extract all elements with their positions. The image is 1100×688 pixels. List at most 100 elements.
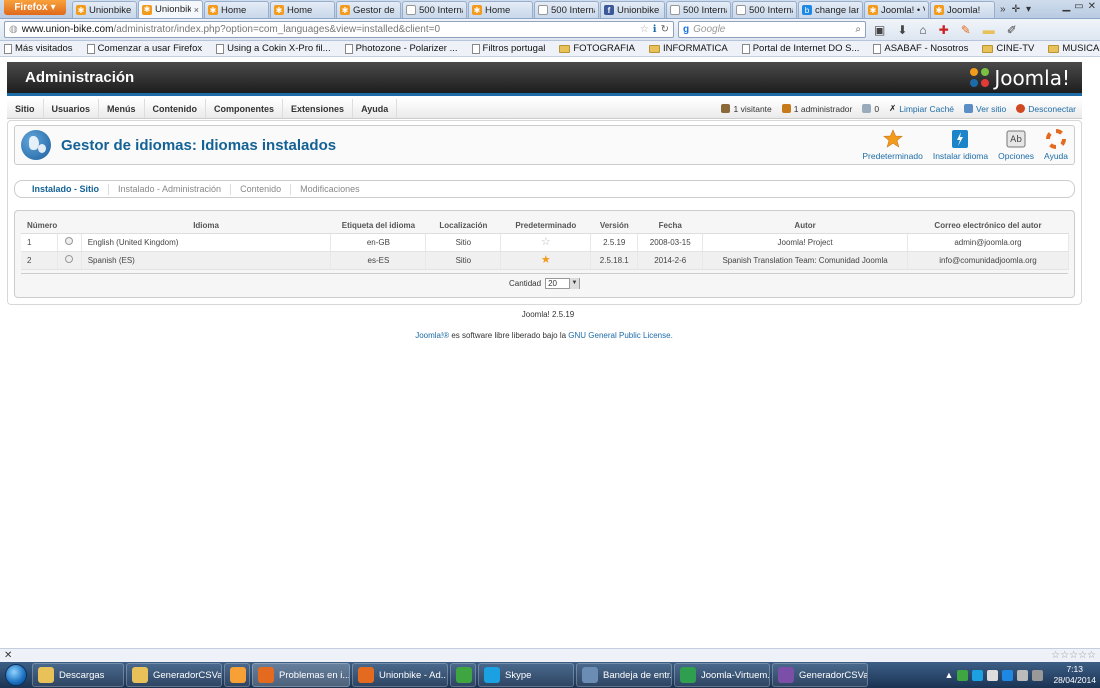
- maximize-icon[interactable]: ▭: [1074, 1, 1083, 12]
- tray-app-icon[interactable]: [957, 669, 969, 681]
- reload-icon[interactable]: ↻: [661, 24, 669, 35]
- bookmark-item[interactable]: Filtros portugal: [471, 43, 545, 54]
- browser-tab[interactable]: bchange lan...: [798, 1, 863, 18]
- bookmark-item[interactable]: Using a Cokin X-Pro fil...: [216, 43, 331, 54]
- browser-tab[interactable]: ✱ Home: [270, 1, 335, 18]
- taskbar-item[interactable]: GeneradorCSVar...: [772, 663, 868, 687]
- column-header[interactable]: Fecha: [637, 219, 703, 234]
- browser-tab[interactable]: ✱Unionbike - ...: [72, 1, 137, 18]
- browser-tab[interactable]: ✱Joomla! • Vi...: [864, 1, 929, 18]
- tray-expand-icon[interactable]: ▲: [945, 670, 954, 680]
- column-header[interactable]: Etiqueta del idioma: [330, 219, 426, 234]
- view-site-link[interactable]: Ver sitio: [964, 104, 1006, 114]
- bookmark-item[interactable]: FOTOGRAFIA: [559, 43, 635, 54]
- tray-usb-icon[interactable]: [987, 669, 999, 681]
- bookmark-item[interactable]: ASABAF - Nosotros: [873, 43, 968, 54]
- column-header[interactable]: Número: [21, 219, 58, 234]
- browser-tab[interactable]: ✱ Home: [204, 1, 269, 18]
- toolbar-button-install[interactable]: Instalar idioma: [933, 129, 988, 161]
- joomla-link[interactable]: Joomla!®: [415, 331, 449, 340]
- bookmark-item[interactable]: MUSICA: [1048, 43, 1099, 54]
- toolbar-button-options[interactable]: Ab Opciones: [998, 129, 1034, 161]
- extension-icon[interactable]: ✎: [961, 23, 971, 37]
- browser-tab[interactable]: f Unionbike: [600, 1, 665, 18]
- close-tab-icon[interactable]: ×: [194, 5, 199, 15]
- browser-tab[interactable]: 500 Internal ...: [732, 1, 797, 18]
- limit-select[interactable]: 20 ▼: [545, 277, 580, 289]
- menu-item[interactable]: Usuarios: [44, 99, 100, 118]
- messages-status[interactable]: 0: [862, 104, 879, 114]
- browser-tab[interactable]: 500 Internal ...: [666, 1, 731, 18]
- bookmark-item[interactable]: INFORMATICA: [648, 43, 728, 54]
- bookmark-star-icon[interactable]: ☆: [640, 24, 649, 35]
- taskbar-item[interactable]: Joomla-Virtuem...: [674, 663, 770, 687]
- info-icon[interactable]: ℹ: [653, 24, 657, 35]
- close-window-icon[interactable]: ✕: [1088, 1, 1096, 12]
- bookmark-item[interactable]: Photozone - Polarizer ...: [344, 43, 458, 54]
- tab-scroll-right-icon[interactable]: »: [1000, 4, 1006, 15]
- browser-tab[interactable]: 500 Internal ...: [402, 1, 467, 18]
- browser-tab[interactable]: ✱ Joomla!: [930, 1, 995, 18]
- menu-item[interactable]: Menús: [99, 99, 145, 118]
- bookmark-item[interactable]: Más visitados: [4, 43, 73, 54]
- start-button[interactable]: [0, 662, 32, 688]
- volume-icon[interactable]: [1032, 669, 1044, 681]
- search-icon[interactable]: ⌕: [855, 24, 861, 35]
- tray-skype-icon[interactable]: [972, 669, 984, 681]
- browser-tab[interactable]: 500 Internal ...: [534, 1, 599, 18]
- logout-link[interactable]: Desconectar: [1016, 104, 1076, 114]
- menu-item[interactable]: Sitio: [7, 99, 44, 118]
- tools-icon[interactable]: ✐: [1007, 23, 1017, 37]
- taskbar-item[interactable]: [450, 663, 476, 687]
- gpl-link[interactable]: GNU General Public License.: [568, 331, 673, 340]
- subtab[interactable]: Instalado - Administración: [109, 183, 232, 195]
- set-default-star-icon[interactable]: ☆: [541, 236, 551, 248]
- menu-item[interactable]: Ayuda: [353, 99, 398, 118]
- taskbar-item[interactable]: [224, 663, 250, 687]
- menu-item[interactable]: Componentes: [206, 99, 284, 118]
- display-icon[interactable]: ▣: [874, 23, 885, 37]
- taskbar-item[interactable]: Problemas en i...: [252, 663, 350, 687]
- clock[interactable]: 7:13 28/04/2014: [1053, 664, 1096, 686]
- url-bar[interactable]: ◍ www.union-bike.com/administrator/index…: [4, 21, 674, 38]
- clear-cache-link[interactable]: ✗ Limpiar Caché: [889, 103, 954, 114]
- column-header[interactable]: Localización: [425, 219, 501, 234]
- row-radio[interactable]: [65, 255, 74, 263]
- browser-tab[interactable]: ✱ Home: [468, 1, 533, 18]
- new-tab-icon[interactable]: ✛: [1012, 4, 1020, 15]
- minimize-icon[interactable]: ▁: [1062, 1, 1070, 12]
- toolbar-button-star[interactable]: Predeterminado: [862, 129, 923, 161]
- bookmark-item[interactable]: Portal de Internet DO S...: [741, 43, 859, 54]
- toolbar-button-help[interactable]: Ayuda: [1044, 129, 1068, 161]
- menu-item[interactable]: Contenido: [145, 99, 207, 118]
- taskbar-item[interactable]: GeneradorCSVar...: [126, 663, 222, 687]
- browser-tab[interactable]: ✱Unionbik...×: [138, 0, 203, 18]
- firefox-menu-button[interactable]: Firefox ▾: [4, 0, 66, 15]
- home-icon[interactable]: ⌂: [919, 23, 926, 37]
- column-header[interactable]: Predeterminado: [500, 219, 591, 234]
- tab-list-icon[interactable]: ▾: [1026, 4, 1031, 15]
- taskbar-item[interactable]: Unionbike - Ad...: [352, 663, 448, 687]
- taskbar-item[interactable]: Bandeja de entr...: [576, 663, 672, 687]
- column-header[interactable]: Versión: [590, 219, 638, 234]
- menu-item[interactable]: Extensiones: [283, 99, 354, 118]
- bookmark-item[interactable]: CINE-TV: [982, 43, 1034, 54]
- bookmark-item[interactable]: Comenzar a usar Firefox: [86, 43, 202, 54]
- column-header[interactable]: Idioma: [81, 219, 331, 234]
- subtab[interactable]: Instalado - Sitio: [23, 183, 110, 195]
- subtab[interactable]: Modificaciones: [291, 184, 369, 195]
- addon-icon[interactable]: ✚: [939, 23, 949, 37]
- taskbar-item[interactable]: Skype: [478, 663, 574, 687]
- search-box[interactable]: g Google ⌕: [678, 21, 866, 38]
- row-radio[interactable]: [65, 237, 74, 245]
- tray-dropbox-icon[interactable]: [1002, 669, 1014, 681]
- column-header[interactable]: Autor: [702, 219, 908, 234]
- subtab[interactable]: Contenido: [231, 183, 292, 195]
- close-addon-bar-icon[interactable]: ✕: [4, 650, 12, 661]
- notes-icon[interactable]: ▬: [983, 23, 995, 37]
- taskbar-item[interactable]: Descargas: [32, 663, 124, 687]
- browser-tab[interactable]: ✱Gestor de ex...: [336, 1, 401, 18]
- column-header[interactable]: Correo electrónico del autor: [907, 219, 1069, 234]
- download-icon[interactable]: ⬇: [897, 23, 907, 37]
- network-icon[interactable]: [1017, 669, 1029, 681]
